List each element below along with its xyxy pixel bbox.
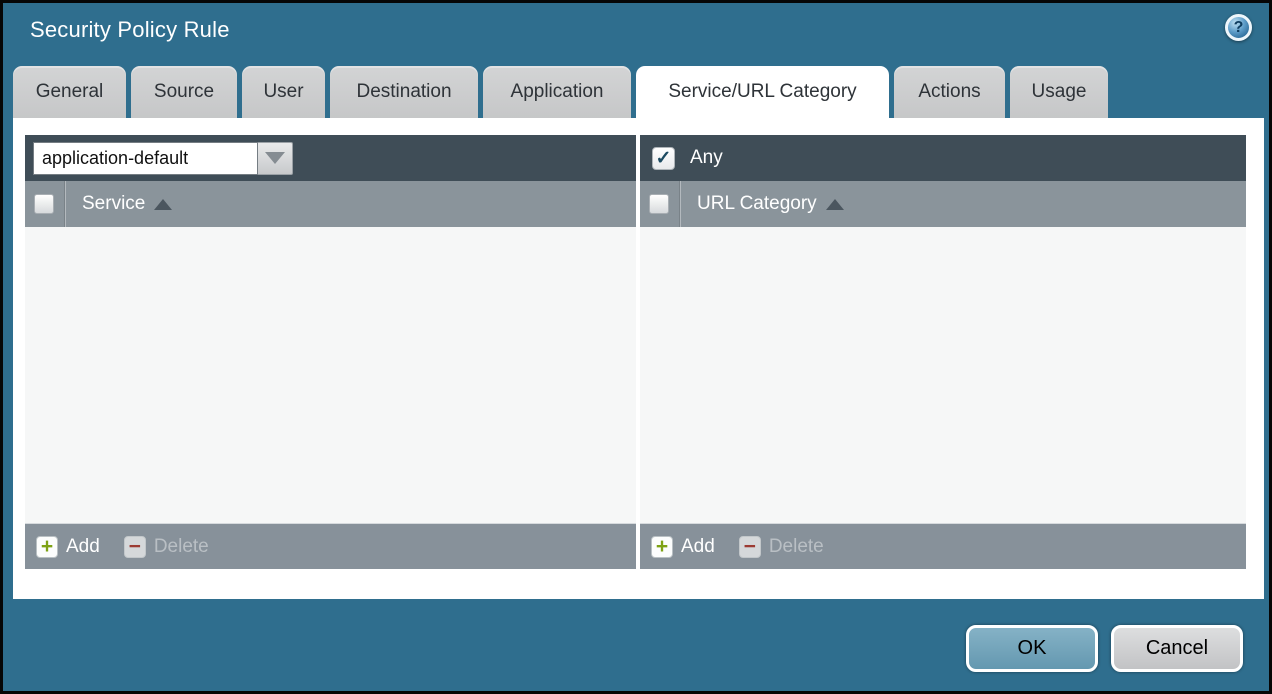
url-category-delete-button[interactable]: − Delete — [739, 536, 824, 558]
service-column-label: Service — [82, 193, 145, 215]
tab-bar: General Source User Destination Applicat… — [13, 66, 1108, 118]
column-separator — [680, 181, 681, 227]
delete-button-label: Delete — [154, 536, 209, 558]
service-column-header[interactable]: Service — [25, 181, 636, 227]
url-category-add-button[interactable]: + Add — [651, 536, 715, 558]
delete-minus-icon: − — [739, 536, 761, 558]
any-checkbox-label: Any — [690, 147, 723, 169]
add-plus-icon: + — [651, 536, 673, 558]
delete-button-label: Delete — [769, 536, 824, 558]
check-icon: ✓ — [656, 147, 672, 170]
help-icon-glyph: ? — [1234, 19, 1244, 37]
url-category-panel-footer: + Add − Delete — [640, 523, 1246, 569]
any-checkbox[interactable]: ✓ — [652, 147, 675, 170]
ok-button[interactable]: OK — [966, 625, 1098, 672]
column-separator — [65, 181, 66, 227]
cancel-button[interactable]: Cancel — [1111, 625, 1243, 672]
tab-source[interactable]: Source — [131, 66, 237, 118]
service-panel: application-default Service + Add — [25, 135, 636, 569]
dialog-title: Security Policy Rule — [30, 17, 230, 43]
tab-application[interactable]: Application — [483, 66, 631, 118]
tab-content-area: application-default Service + Add — [13, 118, 1264, 599]
delete-minus-icon: − — [124, 536, 146, 558]
tab-service-url-category[interactable]: Service/URL Category — [636, 66, 889, 118]
sort-ascending-icon — [826, 199, 844, 210]
security-policy-rule-dialog: Security Policy Rule ? General Source Us… — [0, 0, 1272, 694]
url-category-column-header[interactable]: URL Category — [640, 181, 1246, 227]
service-panel-footer: + Add − Delete — [25, 523, 636, 569]
tab-destination[interactable]: Destination — [330, 66, 478, 118]
chevron-down-icon — [265, 152, 285, 164]
service-dropdown-value[interactable]: application-default — [33, 142, 258, 175]
sort-ascending-icon — [154, 199, 172, 210]
service-dropdown-button[interactable] — [258, 142, 293, 175]
add-button-label: Add — [681, 536, 715, 558]
service-delete-button[interactable]: − Delete — [124, 536, 209, 558]
service-table-body[interactable] — [25, 227, 636, 523]
tab-actions[interactable]: Actions — [894, 66, 1005, 118]
tab-usage[interactable]: Usage — [1010, 66, 1108, 118]
service-select-all-checkbox[interactable] — [34, 194, 54, 214]
help-icon[interactable]: ? — [1225, 14, 1252, 41]
tab-user[interactable]: User — [242, 66, 325, 118]
service-add-button[interactable]: + Add — [36, 536, 100, 558]
add-button-label: Add — [66, 536, 100, 558]
url-category-select-all-checkbox[interactable] — [649, 194, 669, 214]
url-category-panel: ✓ Any URL Category + Add − Delete — [640, 135, 1246, 569]
url-category-table-body[interactable] — [640, 227, 1246, 523]
url-category-column-label: URL Category — [697, 193, 817, 215]
add-plus-icon: + — [36, 536, 58, 558]
service-dropdown[interactable]: application-default — [33, 142, 293, 175]
service-panel-header: application-default — [25, 135, 636, 181]
url-category-panel-header: ✓ Any — [640, 135, 1246, 181]
tab-general[interactable]: General — [13, 66, 126, 118]
